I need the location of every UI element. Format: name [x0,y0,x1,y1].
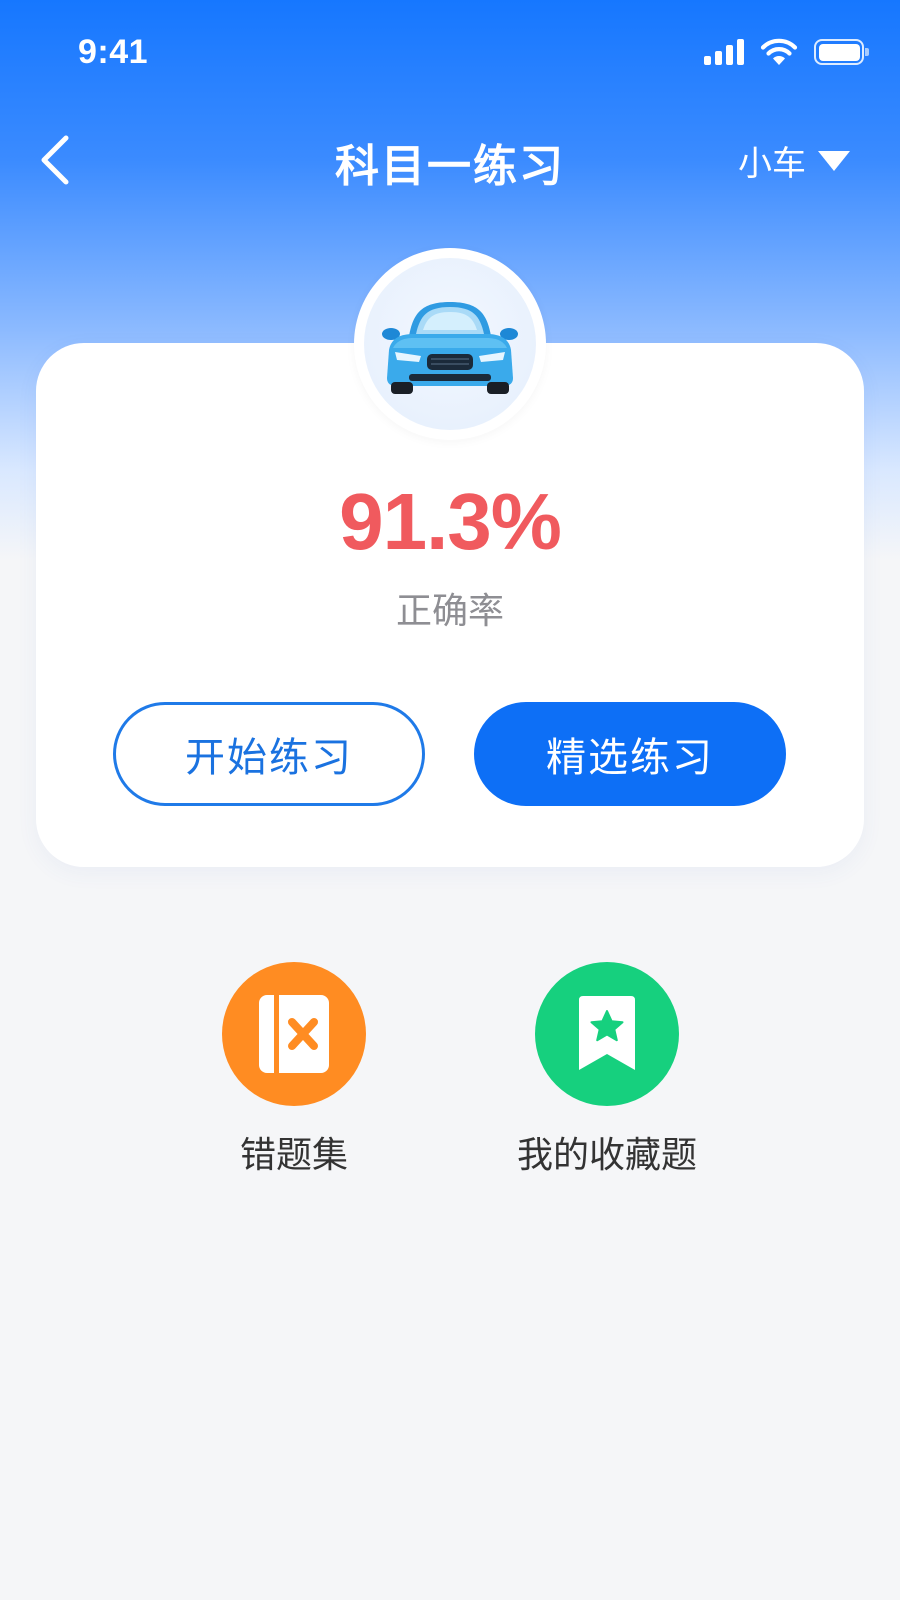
vehicle-type-label: 小车 [738,144,806,184]
status-bar: 9:41 [0,0,900,110]
wrong-questions-icon [259,995,329,1073]
favorite-questions-icon-circle [535,962,679,1106]
favorite-questions-shortcut[interactable]: 我的收藏题 [487,962,727,1178]
vehicle-type-dropdown[interactable]: 小车 [738,136,850,185]
wrong-questions-icon-circle [222,962,366,1106]
cellular-signal-icon [704,39,744,65]
favorite-questions-icon [579,996,635,1070]
wrong-questions-label: 错题集 [239,1135,348,1176]
accuracy-label: 正确率 [395,591,504,632]
nav-bar: 科目一练习 小车 [0,110,900,210]
wifi-icon [760,38,798,65]
accuracy-value: 91.3% [339,477,562,566]
car-avatar [354,248,546,440]
wrong-questions-shortcut[interactable]: 错题集 [174,962,414,1178]
battery-icon [814,39,869,65]
car-icon [382,302,518,394]
status-icons [704,38,869,66]
caret-down-icon [818,150,850,171]
start-practice-button[interactable]: 开始练习 [113,702,425,806]
status-time: 9:41 [78,33,149,71]
favorite-questions-label: 我的收藏题 [516,1135,697,1176]
selected-practice-button[interactable]: 精选练习 [474,702,786,806]
